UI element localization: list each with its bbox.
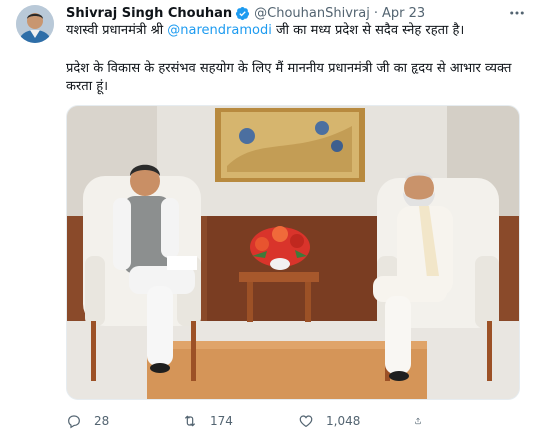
share-button[interactable] [414, 413, 434, 429]
display-name[interactable]: Shivraj Singh Chouhan [66, 6, 232, 21]
reply-count: 28 [94, 414, 110, 428]
more-options-icon[interactable] [506, 3, 528, 23]
retweet-button[interactable]: 174 [182, 413, 298, 429]
tweet-actions: 28 174 1,048 [66, 410, 506, 432]
avatar[interactable] [16, 5, 54, 43]
user-handle[interactable]: @ChouhanShivraj [254, 6, 370, 21]
retweet-count: 174 [210, 414, 233, 428]
like-icon [299, 415, 313, 428]
text-prefix: यशस्वी प्रधानमंत्री श्री [66, 23, 168, 38]
photo-scene [67, 106, 519, 399]
tweet-text-paragraph: प्रदेश के विकास के हरसंभव सहयोग के लिए म… [66, 61, 512, 94]
retweet-icon [184, 415, 196, 427]
verified-badge-icon [236, 6, 250, 20]
reply-icon [68, 415, 80, 429]
mention-link[interactable]: @narendramodi [167, 23, 272, 38]
tweet-header: Shivraj Singh Chouhan @ChouhanShivraj · … [66, 3, 528, 23]
tweet-text-line1: यशस्वी प्रधानमंत्री श्री @narendramodi ज… [66, 22, 526, 40]
share-icon [415, 417, 421, 425]
separator-dot: · [373, 5, 378, 21]
like-button[interactable]: 1,048 [298, 413, 414, 429]
reply-button[interactable]: 28 [66, 413, 182, 429]
text-suffix: जी का मध्य प्रदेश से सदैव स्नेह रहता है। [271, 23, 465, 38]
tweet-card[interactable]: Shivraj Singh Chouhan @ChouhanShivraj · … [0, 0, 540, 439]
like-count: 1,048 [326, 414, 361, 428]
tweet-date[interactable]: Apr 23 [382, 6, 425, 21]
tweet-photo[interactable] [66, 105, 520, 400]
